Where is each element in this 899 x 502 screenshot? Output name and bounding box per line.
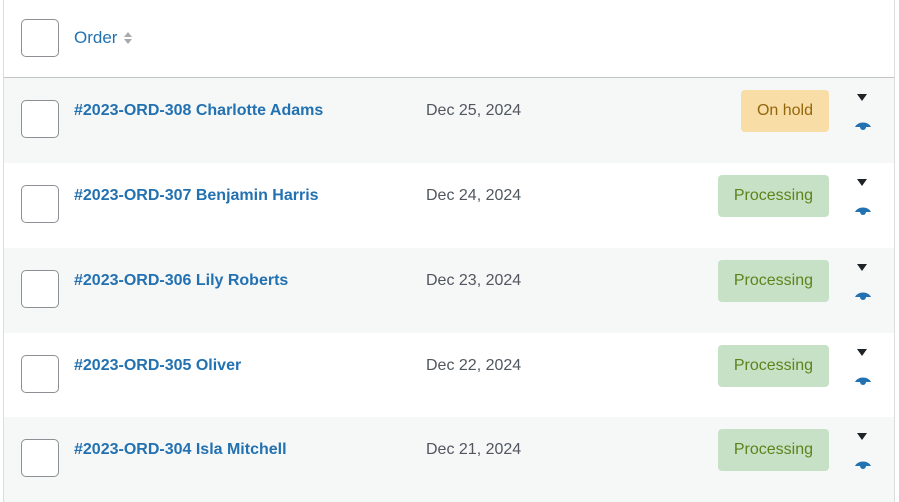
status-badge: Processing [717,175,829,217]
order-date: Dec 22, 2024 [426,357,522,374]
table-row: #2023-ORD-304 Isla Mitchell Dec 21, 2024… [4,417,894,502]
select-all-checkbox[interactable] [21,19,59,57]
caret-down-icon[interactable] [857,433,867,440]
order-date: Dec 23, 2024 [426,272,522,289]
order-date: Dec 21, 2024 [426,441,522,458]
sort-arrows-icon [124,32,133,44]
eye-icon[interactable] [854,119,872,131]
table-row: #2023-ORD-308 Charlotte Adams Dec 25, 20… [4,78,894,163]
status-badge: On hold [740,90,829,132]
row-checkbox[interactable] [21,100,59,138]
table-row: #2023-ORD-305 Oliver Dec 22, 2024 Proces… [4,333,894,418]
table-row: #2023-ORD-307 Benjamin Harris Dec 24, 20… [4,163,894,248]
order-column-sort[interactable]: Order [74,28,133,48]
order-date: Dec 24, 2024 [426,187,522,204]
table-row: #2023-ORD-306 Lily Roberts Dec 23, 2024 … [4,248,894,333]
status-badge: Processing [717,345,829,387]
eye-icon[interactable] [854,289,872,301]
caret-down-icon[interactable] [857,264,867,271]
status-badge: Processing [717,429,829,471]
order-link[interactable]: #2023-ORD-308 Charlotte Adams [74,102,323,120]
caret-down-icon[interactable] [857,349,867,356]
row-checkbox[interactable] [21,439,59,477]
eye-icon[interactable] [854,374,872,386]
order-link[interactable]: #2023-ORD-306 Lily Roberts [74,272,288,290]
caret-down-icon[interactable] [857,179,867,186]
orders-table: Order #2023-ORD-308 Charlotte Adams Dec … [3,0,895,502]
table-header: Order [4,0,894,78]
row-checkbox[interactable] [21,270,59,308]
order-link[interactable]: #2023-ORD-305 Oliver [74,357,241,375]
status-badge: Processing [717,260,829,302]
eye-icon[interactable] [854,458,872,470]
row-checkbox[interactable] [21,185,59,223]
order-column-label: Order [74,28,118,47]
order-link[interactable]: #2023-ORD-304 Isla Mitchell [74,441,287,459]
eye-icon[interactable] [854,204,872,216]
order-link[interactable]: #2023-ORD-307 Benjamin Harris [74,187,319,205]
caret-down-icon[interactable] [857,94,867,101]
row-checkbox[interactable] [21,355,59,393]
order-date: Dec 25, 2024 [426,102,522,119]
